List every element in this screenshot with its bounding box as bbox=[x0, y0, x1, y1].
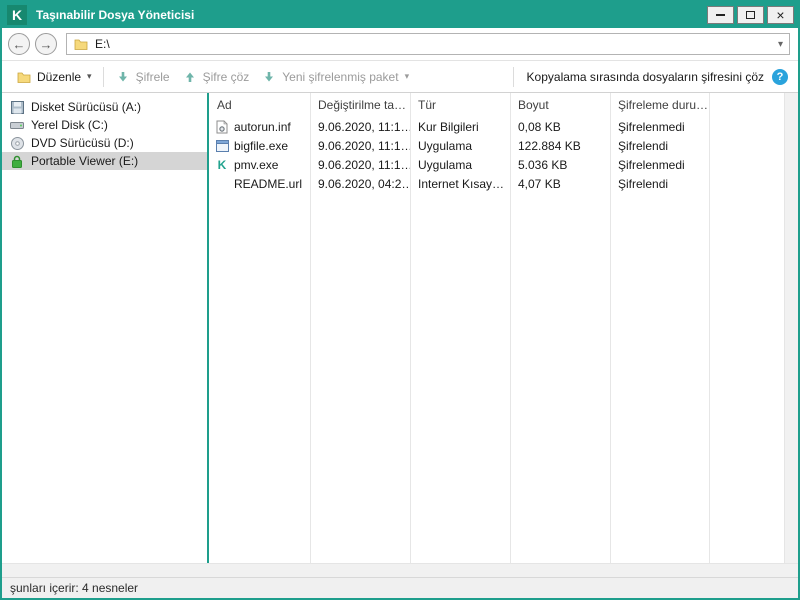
file-modified-cell: 9.06.2020, 04:2… bbox=[318, 176, 410, 191]
forward-button[interactable]: → bbox=[35, 33, 57, 55]
column-header-status[interactable]: Şifreleme duru… bbox=[610, 98, 710, 112]
file-size-cell: 4,07 KB bbox=[518, 176, 561, 191]
lock-icon bbox=[9, 155, 25, 168]
new-encrypted-package-label: Yeni şifrelenmiş paket bbox=[282, 69, 399, 84]
minimize-button[interactable] bbox=[707, 6, 734, 24]
file-status-cell: Şifrelendi bbox=[618, 138, 669, 153]
file-name-cell: README.url bbox=[209, 177, 310, 191]
file-status-cell: Şifrelendi bbox=[618, 176, 669, 191]
navigation-bar: ← → E:\ ▾ bbox=[2, 28, 798, 60]
column-header-modified[interactable]: Değiştirilme ta… bbox=[310, 98, 410, 112]
setup-file-icon bbox=[214, 119, 230, 134]
sidebar-item-label: Disket Sürücüsü (A:) bbox=[31, 100, 142, 114]
sidebar-item-label: Yerel Disk (C:) bbox=[31, 118, 108, 132]
arrow-down-icon bbox=[261, 71, 277, 83]
floppy-icon bbox=[9, 100, 25, 114]
app-window: K Taşınabilir Dosya Yöneticisi × ← → E:\… bbox=[0, 0, 800, 600]
edit-button[interactable]: Düzenle ▾ bbox=[10, 66, 98, 88]
sidebar-item-label: Portable Viewer (E:) bbox=[31, 154, 139, 168]
file-name: bigfile.exe bbox=[234, 138, 289, 153]
toolbar: Düzenle ▾ Şifrele Şifre çöz Yeni şifrele… bbox=[2, 60, 798, 93]
file-size-cell: 0,08 KB bbox=[518, 119, 561, 134]
main-area: Disket Sürücüsü (A:) Yerel Disk (C:) DVD… bbox=[2, 93, 798, 563]
drive-sidebar: Disket Sürücüsü (A:) Yerel Disk (C:) DVD… bbox=[2, 93, 207, 563]
window-title: Taşınabilir Dosya Yöneticisi bbox=[36, 8, 195, 22]
file-row-pmv[interactable]: K pmv.exe 9.06.2020, 11:1… Uygulama 5.03… bbox=[209, 155, 798, 174]
sidebar-item-local-c[interactable]: Yerel Disk (C:) bbox=[2, 116, 207, 134]
chevron-down-icon[interactable]: ▾ bbox=[778, 39, 783, 50]
close-button[interactable]: × bbox=[767, 6, 794, 24]
decrypt-button-label: Şifre çöz bbox=[202, 69, 250, 84]
new-encrypted-package-button[interactable]: Yeni şifrelenmiş paket ▾ bbox=[255, 66, 415, 88]
arrow-up-icon bbox=[182, 71, 198, 83]
file-type-cell: Uygulama bbox=[418, 157, 473, 172]
file-status-cell: Şifrelenmedi bbox=[618, 119, 685, 134]
horizontal-scrollbar[interactable] bbox=[2, 563, 798, 577]
title-bar: K Taşınabilir Dosya Yöneticisi × bbox=[2, 2, 798, 28]
chevron-down-icon: ▾ bbox=[87, 71, 92, 81]
encrypt-button[interactable]: Şifrele bbox=[109, 66, 176, 88]
file-type-cell: Internet Kısay… bbox=[418, 176, 505, 191]
kaspersky-k-icon: K bbox=[217, 157, 227, 172]
file-modified-cell: 9.06.2020, 11:1… bbox=[318, 138, 410, 153]
minimize-icon bbox=[716, 14, 725, 16]
address-bar[interactable]: E:\ ▾ bbox=[66, 33, 790, 55]
encrypt-button-label: Şifrele bbox=[135, 69, 170, 84]
file-type-cell: Kur Bilgileri bbox=[418, 119, 479, 134]
column-header-size[interactable]: Boyut bbox=[510, 98, 610, 112]
sidebar-item-portable-e[interactable]: Portable Viewer (E:) bbox=[2, 152, 207, 170]
file-name: README.url bbox=[234, 176, 303, 191]
back-button[interactable]: ← bbox=[8, 33, 30, 55]
file-name-cell: bigfile.exe bbox=[209, 139, 310, 153]
file-modified-cell: 9.06.2020, 11:1… bbox=[318, 119, 410, 134]
file-name: pmv.exe bbox=[234, 157, 279, 172]
folder-icon bbox=[16, 71, 32, 83]
help-icon[interactable]: ? bbox=[772, 68, 788, 85]
application-file-icon bbox=[214, 139, 230, 152]
maximize-button[interactable] bbox=[737, 6, 764, 24]
toolbar-separator bbox=[512, 66, 514, 87]
file-type-cell: Uygulama bbox=[418, 138, 473, 153]
column-header-name[interactable]: Ad bbox=[209, 98, 310, 112]
file-row-readme[interactable]: README.url 9.06.2020, 04:2… Internet Kıs… bbox=[209, 174, 798, 193]
file-row-bigfile[interactable]: bigfile.exe 9.06.2020, 11:1… Uygulama 12… bbox=[209, 136, 798, 155]
file-name-cell: autorun.inf bbox=[209, 120, 310, 134]
file-name-cell: K pmv.exe bbox=[209, 158, 310, 172]
folder-icon bbox=[73, 38, 89, 50]
harddrive-icon bbox=[9, 119, 25, 131]
toolbar-right-group: Kopyalama sırasında dosyaların şifresini… bbox=[508, 66, 788, 87]
address-path: E:\ bbox=[95, 37, 110, 51]
kaspersky-logo: K bbox=[7, 5, 27, 25]
file-list: Ad Değiştirilme ta… Tür Boyut Şifreleme … bbox=[207, 93, 798, 563]
arrow-down-icon bbox=[115, 71, 131, 83]
window-controls: × bbox=[707, 6, 794, 24]
arrow-left-icon: ← bbox=[12, 36, 26, 52]
file-modified-cell: 9.06.2020, 11:1… bbox=[318, 157, 410, 172]
sidebar-item-dvd-d[interactable]: DVD Sürücüsü (D:) bbox=[2, 134, 207, 152]
chevron-down-icon: ▾ bbox=[404, 71, 410, 81]
sidebar-item-label: DVD Sürücüsü (D:) bbox=[31, 136, 134, 150]
vertical-scrollbar[interactable] bbox=[784, 93, 798, 563]
file-name: autorun.inf bbox=[234, 119, 291, 134]
close-icon: × bbox=[776, 7, 785, 23]
file-row-autorun[interactable]: autorun.inf 9.06.2020, 11:1… Kur Bilgile… bbox=[209, 117, 798, 136]
sidebar-item-floppy-a[interactable]: Disket Sürücüsü (A:) bbox=[2, 98, 207, 116]
file-list-header: Ad Değiştirilme ta… Tür Boyut Şifreleme … bbox=[209, 93, 798, 117]
file-status-cell: Şifrelenmedi bbox=[618, 157, 685, 172]
status-text: şunları içerir: 4 nesneler bbox=[10, 581, 139, 595]
kaspersky-logo-glyph: K bbox=[11, 7, 23, 23]
file-size-cell: 122.884 KB bbox=[518, 138, 581, 153]
maximize-icon bbox=[746, 11, 755, 19]
decrypt-button[interactable]: Şifre çöz bbox=[176, 66, 256, 88]
edit-button-label: Düzenle bbox=[37, 69, 82, 84]
toolbar-separator bbox=[102, 66, 104, 87]
arrow-right-icon: → bbox=[39, 36, 53, 52]
question-glyph: ? bbox=[776, 70, 784, 83]
dvd-icon bbox=[9, 136, 25, 150]
decrypt-on-copy-label: Kopyalama sırasında dosyaların şifresini… bbox=[526, 69, 764, 84]
file-size-cell: 5.036 KB bbox=[518, 157, 568, 172]
status-bar: şunları içerir: 4 nesneler bbox=[2, 577, 798, 598]
column-header-type[interactable]: Tür bbox=[410, 98, 510, 112]
